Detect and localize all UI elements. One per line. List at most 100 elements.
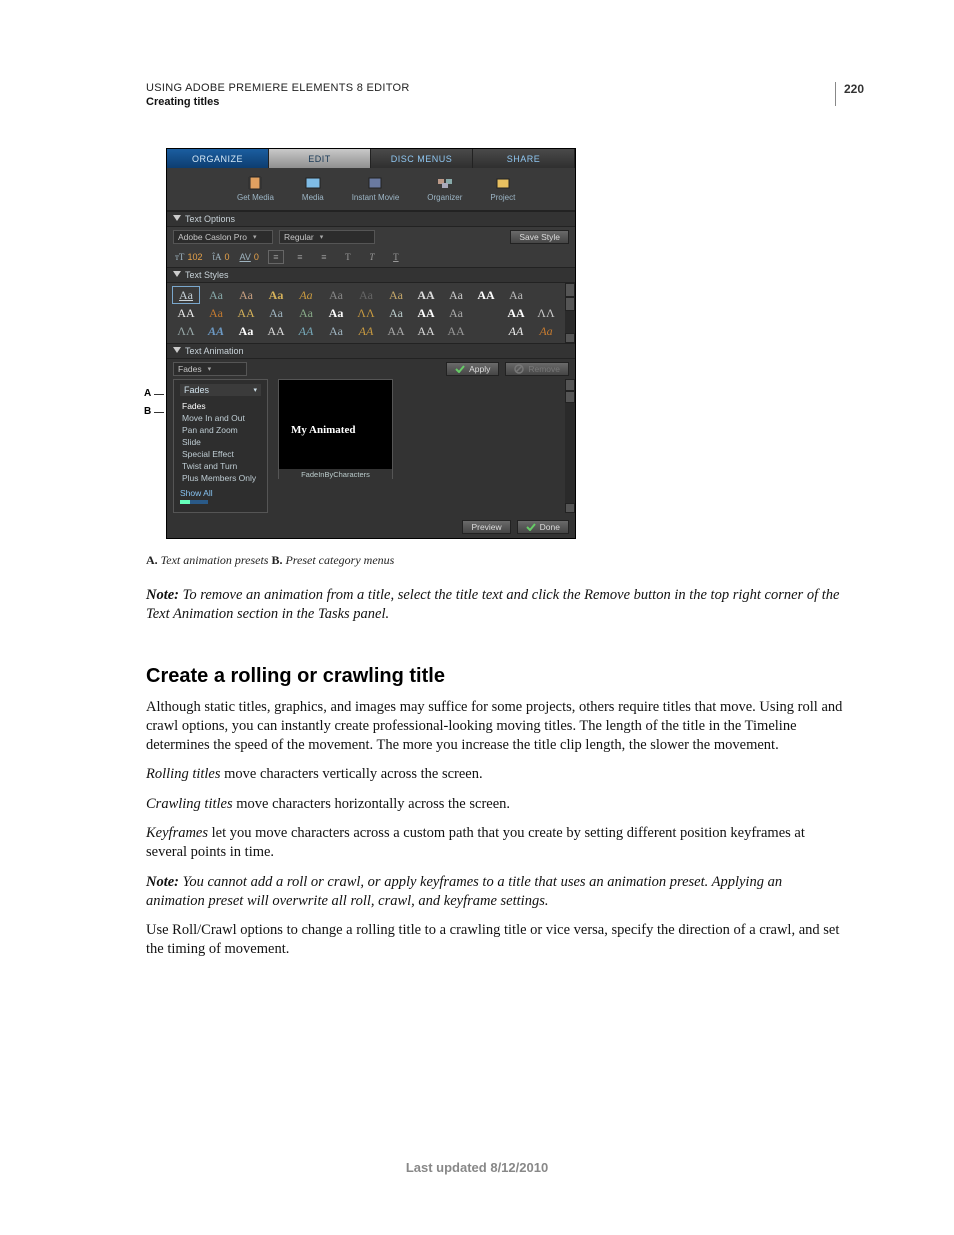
style-swatch[interactable]: AA [443,323,469,339]
organizer-icon [437,176,453,190]
category-item[interactable]: Pan and Zoom [180,424,261,436]
animation-preview-tile[interactable]: My Animated FadeInByCharacters [278,379,393,479]
animation-scrollbar[interactable] [565,379,575,513]
style-swatch[interactable]: AA [473,287,499,303]
save-style-button[interactable]: Save Style [510,230,569,244]
style-swatch[interactable]: AA [383,323,409,339]
style-swatch[interactable]: Aa [233,323,259,339]
done-button[interactable]: Done [517,520,569,534]
style-swatch[interactable]: Aa [323,323,349,339]
style-swatch[interactable]: Aa [443,287,469,303]
project-button[interactable]: Project [490,176,515,202]
align-center-icon[interactable]: ≡ [293,251,307,263]
tab-disc-menus[interactable]: DISC MENUS [371,149,473,168]
get-media-button[interactable]: Get Media [237,176,274,202]
category-item[interactable]: Twist and Turn [180,460,261,472]
screenshot-figure: A B ORGANIZE EDIT DISC MENUS SHARE Get M… [166,148,591,539]
style-swatch[interactable]: Aa [173,287,199,303]
media-button[interactable]: Media [302,176,324,202]
category-item[interactable]: Move In and Out [180,412,261,424]
text-styles-header[interactable]: Text Styles [167,267,575,283]
style-swatch[interactable]: Aa [383,287,409,303]
align-left-icon[interactable]: ≡ [269,251,283,263]
prohibit-icon [514,364,524,374]
tab-bar: ORGANIZE EDIT DISC MENUS SHARE [167,149,575,168]
page-footer: Last updated 8/12/2010 [0,1160,954,1175]
style-swatch[interactable]: Aa [353,287,379,303]
style-swatch[interactable]: ΛΛ [353,305,379,321]
preview-button[interactable]: Preview [462,520,510,534]
style-swatch[interactable]: Aa [503,287,529,303]
style-swatch[interactable]: AA [413,305,439,321]
panel-footer: Preview Done [167,517,575,538]
body-paragraph: Although static titles, graphics, and im… [146,698,844,756]
instant-movie-button[interactable]: Instant Movie [352,176,400,202]
t-underline-icon[interactable]: T [389,251,403,263]
category-item[interactable]: Slide [180,436,261,448]
category-item[interactable]: Fades [180,400,261,412]
toolbar-icons: Get Media Media Instant Movie Organizer … [167,168,575,211]
preset-name-label: FadeInByCharacters [279,469,392,480]
organizer-button[interactable]: Organizer [427,176,462,202]
preview-text: My Animated [291,424,355,436]
align-right-icon[interactable]: ≡ [317,251,331,263]
twisty-down-icon [173,215,181,223]
twisty-down-icon [173,271,181,279]
style-swatch[interactable]: ΛΛ [533,305,559,321]
font-select[interactable]: Adobe Caslon Pro▾ [173,230,273,244]
style-swatch[interactable]: AA [503,305,529,321]
weight-select[interactable]: Regular▾ [279,230,375,244]
project-icon [495,176,511,190]
style-swatch[interactable]: AA [413,323,439,339]
style-swatch[interactable]: AA [413,287,439,303]
style-swatch[interactable]: Aa [233,287,259,303]
t-regular-icon[interactable]: T [341,251,355,263]
style-swatch[interactable]: Aa [263,287,289,303]
apply-button[interactable]: Apply [446,362,499,376]
font-size-field[interactable]: тT 102 [175,252,202,262]
style-swatch[interactable]: Aa [203,287,229,303]
kerning-field[interactable]: AV 0 [239,252,258,262]
style-swatch[interactable]: Aa [293,305,319,321]
t-italic-icon[interactable]: T [365,251,379,263]
leading-field[interactable]: t̂A 0 [212,252,229,262]
style-swatch[interactable]: Aa [383,305,409,321]
tab-share[interactable]: SHARE [473,149,575,168]
text-options-header[interactable]: Text Options [167,211,575,227]
style-swatch[interactable]: Aa [323,305,349,321]
tab-edit[interactable]: EDIT [269,149,371,168]
style-swatch[interactable]: ΛΛ [173,323,199,339]
show-all-link[interactable]: Show All [180,488,261,498]
style-swatch[interactable]: Aa [443,305,469,321]
style-swatch[interactable]: AA [293,323,319,339]
category-item[interactable]: Special Effect [180,448,261,460]
film-icon [247,176,263,190]
instant-movie-icon [367,176,383,190]
style-swatch[interactable]: Aa [293,287,319,303]
loading-bar-icon [180,500,208,506]
type-metrics-row: тT 102 t̂A 0 AV 0 ≡ ≡ ≡ T T T [167,247,575,267]
style-swatch[interactable]: AA [263,323,289,339]
style-swatch[interactable]: Aa [533,323,559,339]
style-swatch[interactable]: Aa [203,305,229,321]
callout-b: B [144,406,151,417]
page-number: 220 [844,82,864,96]
twisty-down-icon [173,347,181,355]
style-swatch[interactable]: AA [503,323,529,339]
styles-scrollbar[interactable] [565,283,575,343]
style-swatch[interactable]: AA [233,305,259,321]
text-animation-header[interactable]: Text Animation [167,343,575,359]
tab-organize[interactable]: ORGANIZE [167,149,269,168]
style-swatch[interactable]: AA [353,323,379,339]
style-swatch[interactable]: AA [173,305,199,321]
style-swatch[interactable]: Aa [323,287,349,303]
section-heading: Create a rolling or crawling title [146,665,844,688]
category-dropdown-open[interactable]: Fades▾ [180,384,261,396]
remove-button[interactable]: Remove [505,362,569,376]
animation-category-select[interactable]: Fades▾ [173,362,247,376]
category-item[interactable]: Plus Members Only [180,472,261,484]
style-swatch[interactable]: AA [203,323,229,339]
style-swatch[interactable]: Aa [263,305,289,321]
check-icon [455,365,465,373]
font-row: Adobe Caslon Pro▾ Regular▾ Save Style [167,227,575,247]
